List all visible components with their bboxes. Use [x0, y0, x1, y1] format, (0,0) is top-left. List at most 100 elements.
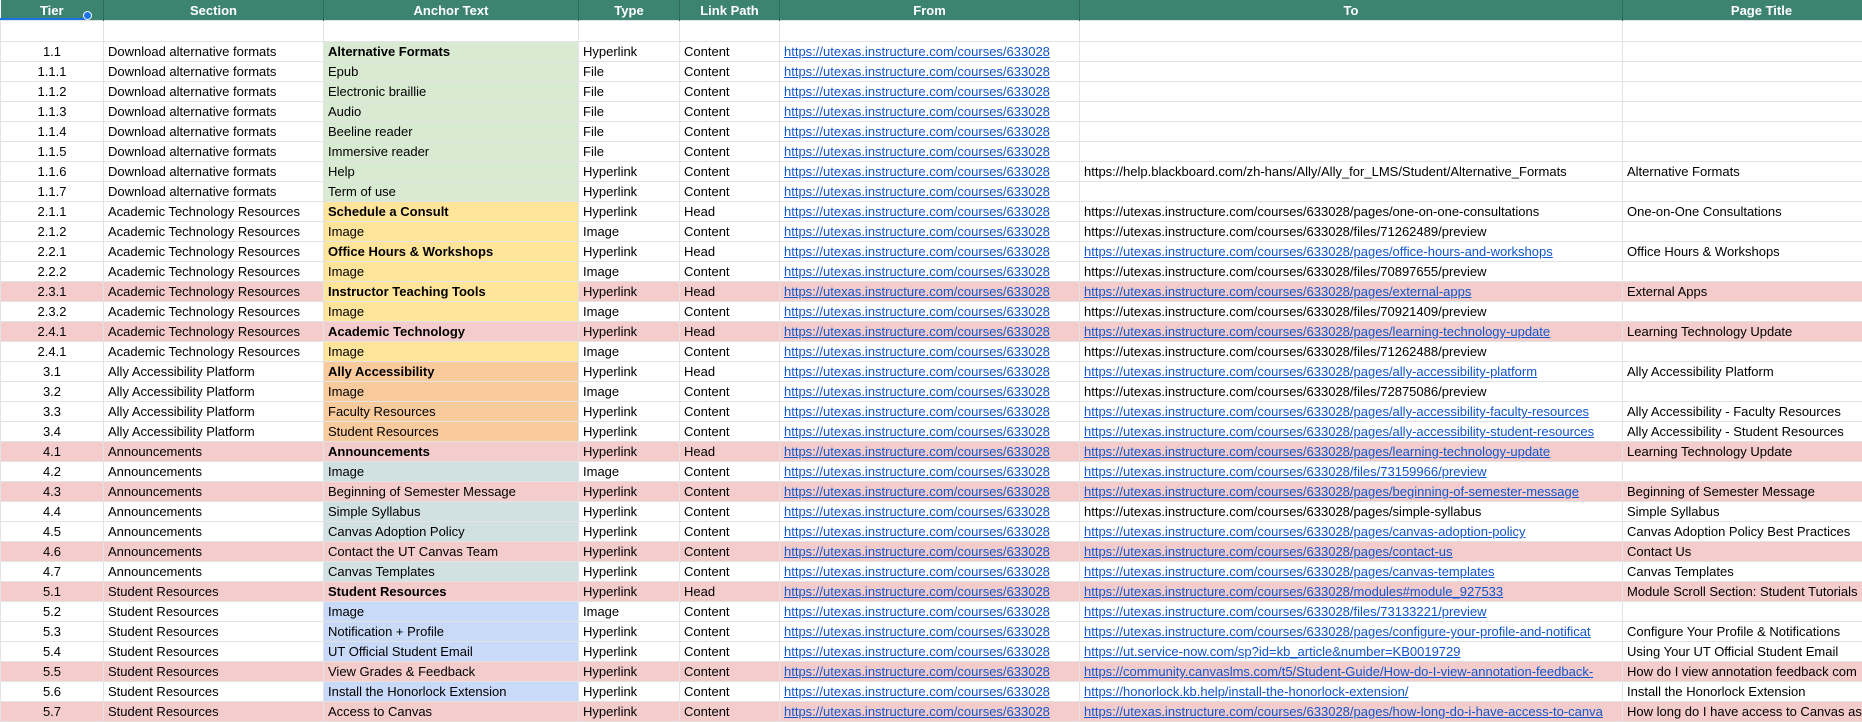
type-cell[interactable]: Hyperlink: [578, 521, 680, 542]
column-header-anchor-text[interactable]: Anchor Text: [323, 0, 579, 21]
anchor-text-cell[interactable]: Immersive reader: [323, 141, 579, 162]
from-cell[interactable]: https://utexas.instructure.com/courses/6…: [779, 361, 1080, 382]
to-cell[interactable]: https://utexas.instructure.com/courses/6…: [1079, 501, 1623, 522]
section-cell[interactable]: Ally Accessibility Platform: [103, 381, 324, 402]
from-link[interactable]: https://utexas.instructure.com/courses/6…: [784, 684, 1050, 699]
section-cell[interactable]: Academic Technology Resources: [103, 241, 324, 262]
section-cell[interactable]: Announcements: [103, 441, 324, 462]
tier-cell[interactable]: 3.3: [0, 401, 104, 422]
page-title-cell[interactable]: [1622, 601, 1862, 622]
link-path-cell[interactable]: Content: [679, 161, 780, 182]
to-cell[interactable]: https://utexas.instructure.com/courses/6…: [1079, 701, 1623, 722]
to-cell[interactable]: [1079, 121, 1623, 142]
from-cell[interactable]: https://utexas.instructure.com/courses/6…: [779, 541, 1080, 562]
anchor-text-cell[interactable]: Image: [323, 261, 579, 282]
from-link[interactable]: https://utexas.instructure.com/courses/6…: [784, 164, 1050, 179]
to-cell[interactable]: https://utexas.instructure.com/courses/6…: [1079, 301, 1623, 322]
anchor-text-cell[interactable]: Image: [323, 301, 579, 322]
anchor-text-cell[interactable]: Electronic braillie: [323, 81, 579, 102]
page-title-cell[interactable]: [1622, 381, 1862, 402]
section-cell[interactable]: Announcements: [103, 501, 324, 522]
to-cell[interactable]: https://honorlock.kb.help/install-the-ho…: [1079, 681, 1623, 702]
section-cell[interactable]: Download alternative formats: [103, 101, 324, 122]
to-cell[interactable]: https://utexas.instructure.com/courses/6…: [1079, 281, 1623, 302]
cell[interactable]: [0, 20, 104, 42]
from-cell[interactable]: https://utexas.instructure.com/courses/6…: [779, 321, 1080, 342]
tier-cell[interactable]: 2.3.2: [0, 301, 104, 322]
from-link[interactable]: https://utexas.instructure.com/courses/6…: [784, 484, 1050, 499]
page-title-cell[interactable]: [1622, 221, 1862, 242]
from-cell[interactable]: https://utexas.instructure.com/courses/6…: [779, 461, 1080, 482]
from-link[interactable]: https://utexas.instructure.com/courses/6…: [784, 324, 1050, 339]
type-cell[interactable]: File: [578, 61, 680, 82]
anchor-text-cell[interactable]: Ally Accessibility: [323, 361, 579, 382]
page-title-cell[interactable]: Learning Technology Update: [1622, 321, 1862, 342]
from-link[interactable]: https://utexas.instructure.com/courses/6…: [784, 604, 1050, 619]
from-link[interactable]: https://utexas.instructure.com/courses/6…: [784, 424, 1050, 439]
to-cell[interactable]: https://utexas.instructure.com/courses/6…: [1079, 581, 1623, 602]
type-cell[interactable]: Hyperlink: [578, 621, 680, 642]
from-cell[interactable]: https://utexas.instructure.com/courses/6…: [779, 441, 1080, 462]
from-link[interactable]: https://utexas.instructure.com/courses/6…: [784, 464, 1050, 479]
cell[interactable]: [1079, 20, 1623, 42]
section-cell[interactable]: Announcements: [103, 481, 324, 502]
from-cell[interactable]: https://utexas.instructure.com/courses/6…: [779, 681, 1080, 702]
section-cell[interactable]: Ally Accessibility Platform: [103, 421, 324, 442]
section-cell[interactable]: Download alternative formats: [103, 161, 324, 182]
from-link[interactable]: https://utexas.instructure.com/courses/6…: [784, 584, 1050, 599]
from-link[interactable]: https://utexas.instructure.com/courses/6…: [784, 644, 1050, 659]
from-link[interactable]: https://utexas.instructure.com/courses/6…: [784, 364, 1050, 379]
page-title-cell[interactable]: Ally Accessibility - Faculty Resources: [1622, 401, 1862, 422]
from-link[interactable]: https://utexas.instructure.com/courses/6…: [784, 524, 1050, 539]
from-link[interactable]: https://utexas.instructure.com/courses/6…: [784, 264, 1050, 279]
anchor-text-cell[interactable]: Alternative Formats: [323, 41, 579, 62]
column-header-page-title[interactable]: Page Title: [1622, 0, 1862, 21]
page-title-cell[interactable]: [1622, 61, 1862, 82]
anchor-text-cell[interactable]: Notification + Profile: [323, 621, 579, 642]
spreadsheet-grid[interactable]: Tier Section Anchor Text Type Link Path …: [0, 0, 1862, 722]
to-cell[interactable]: [1079, 181, 1623, 202]
link-path-cell[interactable]: Content: [679, 181, 780, 202]
to-cell[interactable]: [1079, 61, 1623, 82]
anchor-text-cell[interactable]: Help: [323, 161, 579, 182]
from-link[interactable]: https://utexas.instructure.com/courses/6…: [784, 284, 1050, 299]
link-path-cell[interactable]: Content: [679, 521, 780, 542]
link-path-cell[interactable]: Content: [679, 81, 780, 102]
from-link[interactable]: https://utexas.instructure.com/courses/6…: [784, 504, 1050, 519]
from-cell[interactable]: https://utexas.instructure.com/courses/6…: [779, 501, 1080, 522]
section-cell[interactable]: Announcements: [103, 541, 324, 562]
from-cell[interactable]: https://utexas.instructure.com/courses/6…: [779, 601, 1080, 622]
from-cell[interactable]: https://utexas.instructure.com/courses/6…: [779, 661, 1080, 682]
anchor-text-cell[interactable]: Simple Syllabus: [323, 501, 579, 522]
link-path-cell[interactable]: Content: [679, 561, 780, 582]
type-cell[interactable]: Hyperlink: [578, 321, 680, 342]
tier-cell[interactable]: 4.7: [0, 561, 104, 582]
page-title-cell[interactable]: [1622, 181, 1862, 202]
from-link[interactable]: https://utexas.instructure.com/courses/6…: [784, 84, 1050, 99]
to-link[interactable]: https://utexas.instructure.com/courses/6…: [1084, 364, 1537, 379]
tier-cell[interactable]: 2.1.2: [0, 221, 104, 242]
from-link[interactable]: https://utexas.instructure.com/courses/6…: [784, 124, 1050, 139]
tier-cell[interactable]: 2.2.2: [0, 261, 104, 282]
from-cell[interactable]: https://utexas.instructure.com/courses/6…: [779, 161, 1080, 182]
link-path-cell[interactable]: Head: [679, 241, 780, 262]
from-link[interactable]: https://utexas.instructure.com/courses/6…: [784, 444, 1050, 459]
column-header-to[interactable]: To: [1079, 0, 1623, 21]
from-cell[interactable]: https://utexas.instructure.com/courses/6…: [779, 121, 1080, 142]
tier-cell[interactable]: 1.1.7: [0, 181, 104, 202]
from-cell[interactable]: https://utexas.instructure.com/courses/6…: [779, 241, 1080, 262]
anchor-text-cell[interactable]: Student Resources: [323, 581, 579, 602]
cell[interactable]: [779, 20, 1080, 42]
tier-cell[interactable]: 3.1: [0, 361, 104, 382]
link-path-cell[interactable]: Content: [679, 301, 780, 322]
link-path-cell[interactable]: Content: [679, 481, 780, 502]
type-cell[interactable]: Hyperlink: [578, 361, 680, 382]
tier-cell[interactable]: 5.1: [0, 581, 104, 602]
from-cell[interactable]: https://utexas.instructure.com/courses/6…: [779, 641, 1080, 662]
to-cell[interactable]: https://utexas.instructure.com/courses/6…: [1079, 221, 1623, 242]
to-link[interactable]: https://utexas.instructure.com/courses/6…: [1084, 444, 1550, 459]
page-title-cell[interactable]: How long do I have access to Canvas as: [1622, 701, 1862, 722]
anchor-text-cell[interactable]: Canvas Templates: [323, 561, 579, 582]
to-link[interactable]: https://utexas.instructure.com/courses/6…: [1084, 464, 1487, 479]
anchor-text-cell[interactable]: Image: [323, 381, 579, 402]
